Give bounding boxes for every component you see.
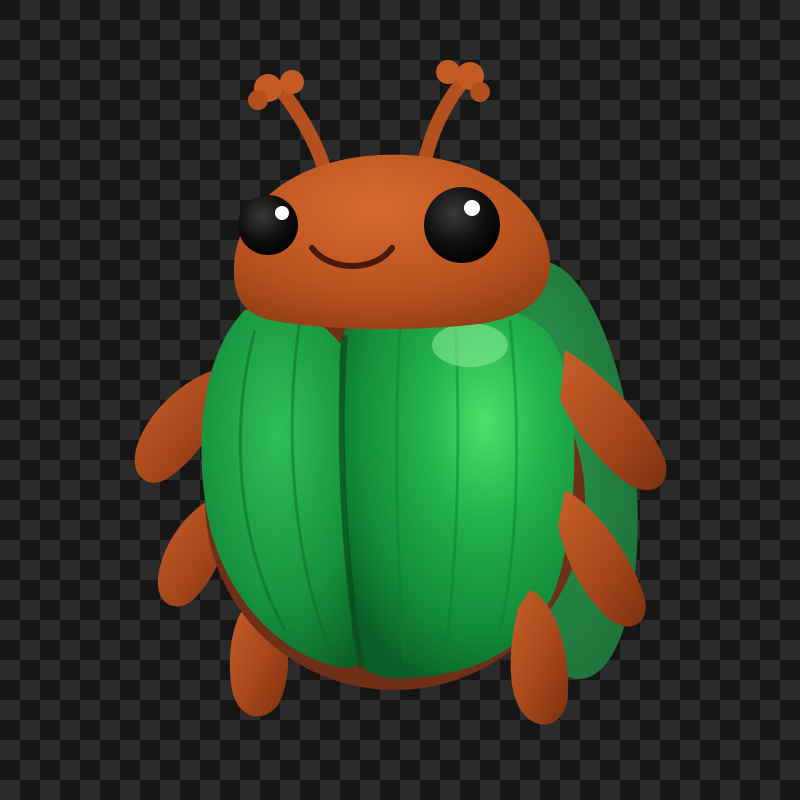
antenna-left-tip-3	[248, 90, 268, 110]
eye-right	[424, 187, 500, 263]
eye-left	[238, 195, 298, 255]
antenna-right-tip-2	[436, 60, 460, 84]
shell-highlight	[432, 323, 508, 367]
antenna-left-tip-2	[280, 70, 304, 94]
antenna-left	[278, 88, 332, 177]
antenna-right	[418, 78, 467, 167]
antennae	[248, 60, 490, 177]
image-canvas	[0, 0, 800, 800]
antenna-right-tip-3	[470, 82, 490, 102]
eye-left-shine	[275, 206, 289, 220]
beetle-illustration	[134, 60, 667, 725]
eye-right-shine	[464, 200, 480, 216]
